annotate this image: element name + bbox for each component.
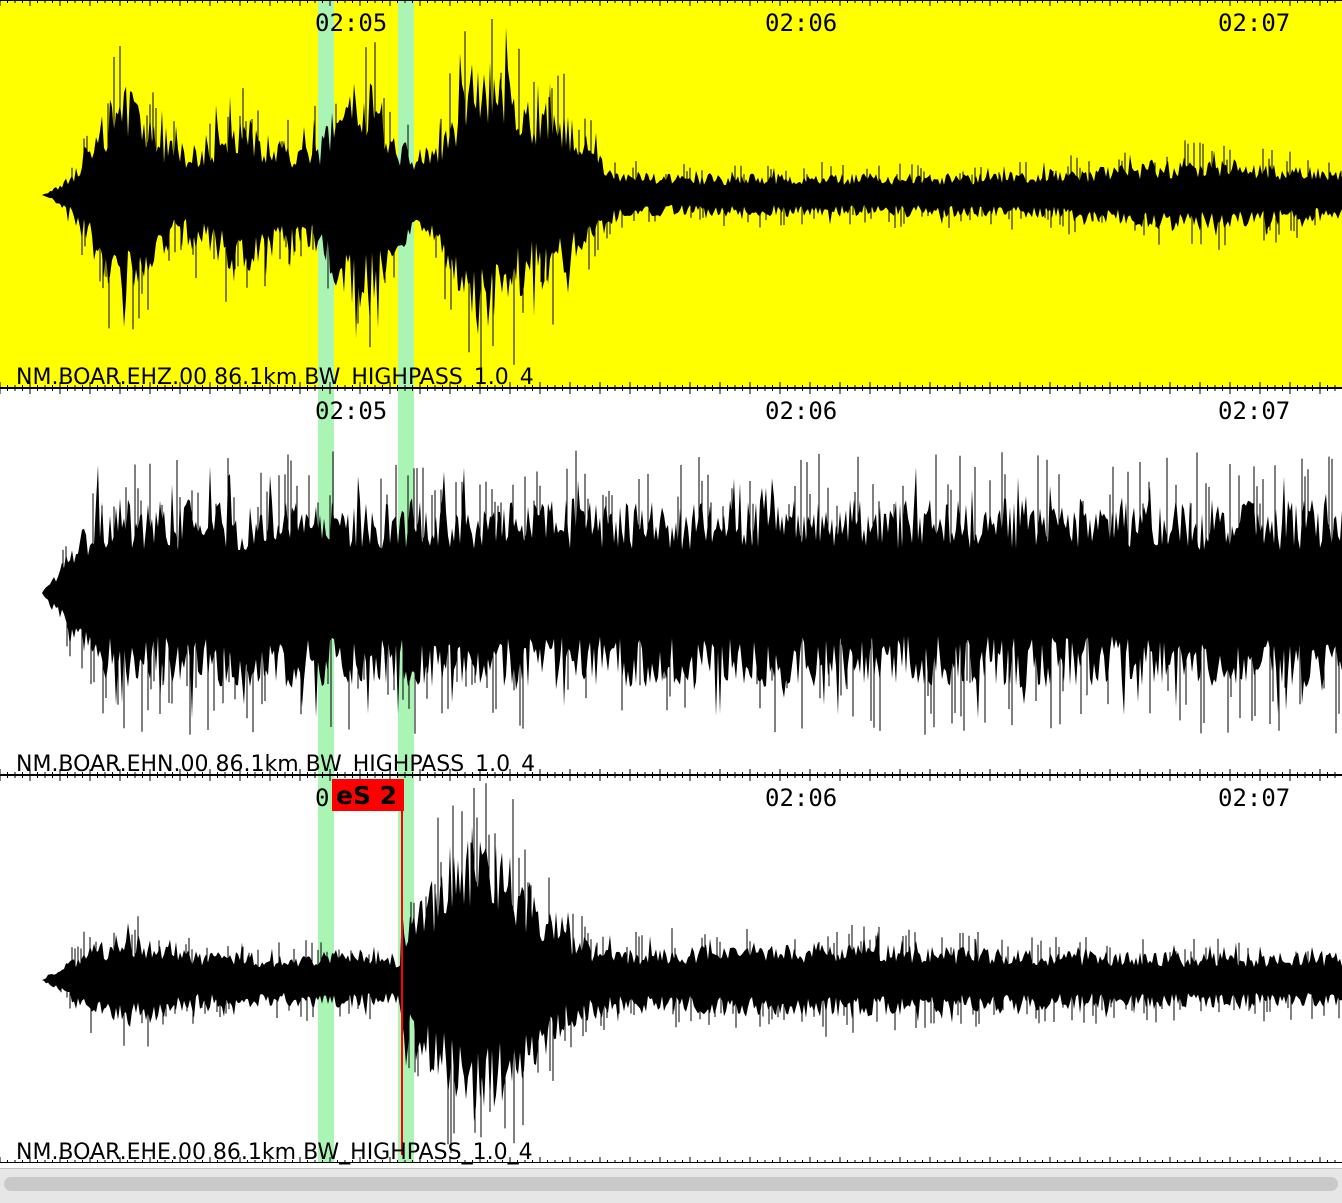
trace-panel-ehe[interactable]: 0 02:06 02:07 eS 2 NM.BOAR.EHE.00 86.1km BW_… xyxy=(0,775,1342,1165)
time-tick-label: 02:07 xyxy=(1218,9,1290,37)
time-tick-label: 02:05 xyxy=(315,9,387,37)
time-tick-label: 02:06 xyxy=(765,397,837,425)
time-tick-label: 0 xyxy=(315,784,329,812)
trace-panel-ehz[interactable]: 02:05 02:06 02:07 NM.BOAR.EHZ.00 86.1km BW_… xyxy=(0,0,1342,390)
trace-panel-ehn[interactable]: 02:05 02:06 02:07 NM.BOAR.EHN.00 86.1km BW_… xyxy=(0,388,1342,777)
horizontal-scrollbar[interactable] xyxy=(0,1168,1342,1203)
channel-label: NM.BOAR.EHZ.00 86.1km BW_HIGHPASS_1.0_4 xyxy=(16,365,534,390)
channel-label: NM.BOAR.EHN.00 86.1km BW_HIGHPASS_1.0_4 xyxy=(16,752,535,777)
time-tick-label: 02:07 xyxy=(1218,784,1290,812)
scrollbar-thumb[interactable] xyxy=(4,1177,1338,1191)
time-tick-label: 02:06 xyxy=(765,9,837,37)
seismogram-viewer[interactable]: 02:05 02:06 02:07 NM.BOAR.EHZ.00 86.1km BW_… xyxy=(0,0,1342,1203)
pick-label: eS 2 xyxy=(336,781,397,810)
time-tick-label: 02:06 xyxy=(765,784,837,812)
channel-label: NM.BOAR.EHE.00 86.1km BW_HIGHPASS_1.0_4 xyxy=(16,1140,533,1165)
time-tick-label: 02:05 xyxy=(315,397,387,425)
time-tick-label: 02:07 xyxy=(1218,397,1290,425)
